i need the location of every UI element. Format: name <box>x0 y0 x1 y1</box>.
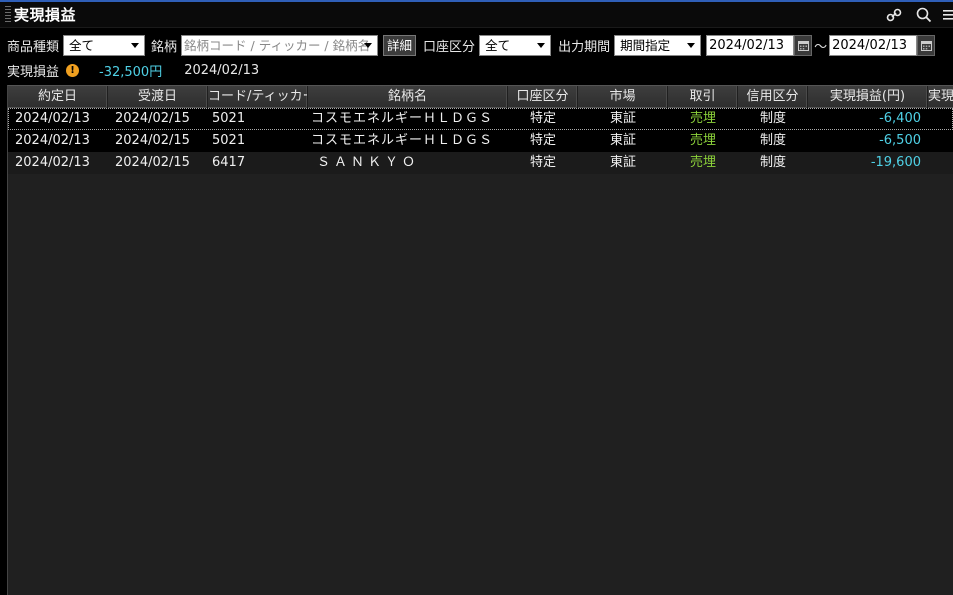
cell-symbol-name: コスモエネルギーＨＬＤＧＳ <box>311 133 494 148</box>
table-row[interactable]: 2024/02/13 2024/02/15 6417 ＳＡＮＫＹＯ 特定 東証 … <box>8 152 953 174</box>
column-header-trade-date[interactable]: 約定日 <box>8 86 108 108</box>
account-type-label: 口座区分 <box>423 39 476 55</box>
output-period-select[interactable]: 期間指定 <box>614 34 702 56</box>
summary-date: 2024/02/13 <box>184 62 260 78</box>
cell-account-type: 特定 <box>529 133 556 148</box>
calendar-icon[interactable] <box>794 34 813 56</box>
cell-trade: 売埋 <box>689 133 716 148</box>
cell-market: 東証 <box>609 155 636 170</box>
product-type-select[interactable]: 全て <box>63 34 146 56</box>
column-header-realized-extra[interactable]: 実現 <box>928 86 953 108</box>
symbol-input[interactable]: 銘柄コード / ティッカー / 銘柄名 <box>181 34 379 56</box>
cell-trade: 売埋 <box>689 155 716 170</box>
cell-realized-extra <box>928 130 953 152</box>
column-header-settlement-date[interactable]: 受渡日 <box>108 86 208 108</box>
title-bar[interactable]: 実現損益 <box>0 2 953 28</box>
cell-settlement-date: 2024/02/15 <box>115 155 190 170</box>
product-type-label: 商品種類 <box>7 39 60 55</box>
cell-margin-type: 制度 <box>759 111 786 126</box>
summary-bar: 実現損益 ! -32,500円 2024/02/13 <box>7 61 260 80</box>
chevron-down-icon <box>687 42 696 48</box>
date-from-input[interactable]: 2024/02/13 <box>706 34 795 56</box>
cell-realized-pnl: -6,500 <box>879 133 921 148</box>
cell-settlement-date: 2024/02/15 <box>115 133 190 148</box>
date-to-input[interactable]: 2024/02/13 <box>829 34 918 56</box>
column-header-symbol-name[interactable]: 銘柄名 <box>308 86 508 108</box>
cell-code: 5021 <box>212 111 246 126</box>
summary-value: -32,500円 <box>99 64 163 80</box>
cell-symbol-name: ＳＡＮＫＹＯ <box>317 155 420 170</box>
cell-code: 6417 <box>212 155 246 170</box>
search-icon[interactable] <box>913 5 935 25</box>
chevron-down-icon <box>131 42 140 48</box>
table-row[interactable]: 2024/02/13 2024/02/15 5021 コスモエネルギーＨＬＤＧＳ… <box>8 108 953 130</box>
table-header: 約定日 受渡日 コード/ティッカー 銘柄名 口座区分 市場 取引 信用区分 実現… <box>8 86 953 108</box>
summary-label: 実現損益 <box>7 64 60 80</box>
symbol-placeholder: 銘柄コード / ティッカー / 銘柄名 <box>184 37 371 53</box>
cell-market: 東証 <box>609 111 636 126</box>
cell-account-type: 特定 <box>529 111 556 126</box>
filter-bar: 商品種類 全て 銘柄 銘柄コード / ティッカー / 銘柄名 詳細 口座区分 全… <box>0 32 953 58</box>
column-header-market[interactable]: 市場 <box>578 86 668 108</box>
realized-pnl-table: 約定日 受渡日 コード/ティッカー 銘柄名 口座区分 市場 取引 信用区分 実現… <box>7 85 953 595</box>
date-range-separator: ～ <box>814 39 828 55</box>
cell-market: 東証 <box>609 133 636 148</box>
output-period-value: 期間指定 <box>620 37 671 53</box>
column-header-realized-pnl[interactable]: 実現損益(円) <box>808 86 928 108</box>
drag-handle-icon[interactable] <box>5 5 11 24</box>
cell-code: 5021 <box>212 133 246 148</box>
cell-trade-date: 2024/02/13 <box>15 111 90 126</box>
cell-realized-pnl: -6,400 <box>879 111 921 126</box>
account-type-value: 全て <box>485 37 511 53</box>
cell-account-type: 特定 <box>529 155 556 170</box>
cell-settlement-date: 2024/02/15 <box>115 111 190 126</box>
menu-icon[interactable] <box>943 5 953 25</box>
output-period-label: 出力期間 <box>558 39 611 55</box>
cell-realized-extra <box>928 152 953 174</box>
symbol-label: 銘柄 <box>151 39 178 55</box>
cell-trade-date: 2024/02/13 <box>15 155 90 170</box>
cell-symbol-name: コスモエネルギーＨＬＤＧＳ <box>311 111 494 126</box>
column-header-margin-type[interactable]: 信用区分 <box>738 86 808 108</box>
link-icon[interactable] <box>883 5 905 25</box>
warning-icon[interactable]: ! <box>66 63 80 77</box>
column-header-trade[interactable]: 取引 <box>668 86 738 108</box>
cell-trade-date: 2024/02/13 <box>15 133 90 148</box>
window-title: 実現損益 <box>14 6 77 24</box>
chevron-down-icon <box>364 42 373 48</box>
column-header-code[interactable]: コード/ティッカー <box>208 86 308 108</box>
chevron-down-icon <box>537 42 546 48</box>
cell-margin-type: 制度 <box>759 133 786 148</box>
product-type-value: 全て <box>69 37 95 53</box>
calendar-icon[interactable] <box>917 34 936 56</box>
table-row[interactable]: 2024/02/13 2024/02/15 5021 コスモエネルギーＨＬＤＧＳ… <box>8 130 953 152</box>
cell-margin-type: 制度 <box>759 155 786 170</box>
account-type-select[interactable]: 全て <box>479 34 552 56</box>
column-header-account-type[interactable]: 口座区分 <box>508 86 578 108</box>
cell-realized-extra <box>928 108 953 130</box>
title-bar-actions <box>875 5 953 25</box>
cell-trade: 売埋 <box>689 111 716 126</box>
detail-button[interactable]: 詳細 <box>383 34 417 56</box>
cell-realized-pnl: -19,600 <box>870 155 921 170</box>
